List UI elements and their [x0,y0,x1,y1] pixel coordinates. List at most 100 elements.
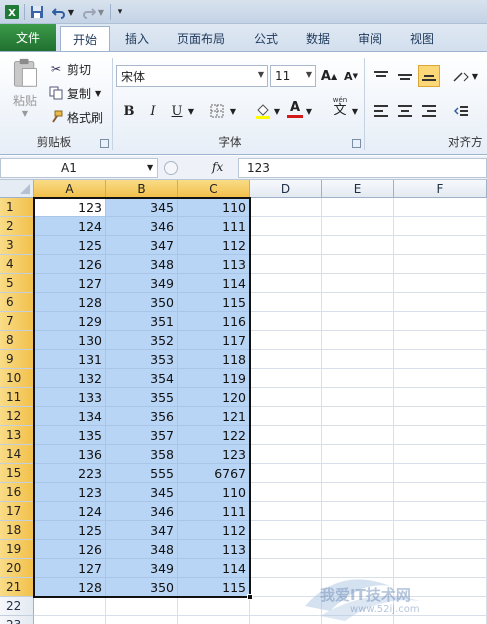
cell-a5[interactable]: 127 [34,274,106,293]
row-header[interactable]: 5 [0,274,34,293]
cell-d14[interactable] [250,445,322,464]
cell-b16[interactable]: 345 [106,483,178,502]
cell-c2[interactable]: 111 [178,217,250,236]
row-header[interactable]: 11 [0,388,34,407]
cell-c16[interactable]: 110 [178,483,250,502]
fill-color-dropdown-icon[interactable]: ▼ [272,100,282,122]
cell-c3[interactable]: 112 [178,236,250,255]
cell-d17[interactable] [250,502,322,521]
cell-c14[interactable]: 123 [178,445,250,464]
cell-f11[interactable] [394,388,487,407]
tab-home[interactable]: 开始 [60,26,110,52]
cell-c6[interactable]: 115 [178,293,250,312]
column-header-b[interactable]: B [106,180,178,198]
cell-f16[interactable] [394,483,487,502]
row-header[interactable]: 8 [0,331,34,350]
row-header[interactable]: 19 [0,540,34,559]
cell-b12[interactable]: 356 [106,407,178,426]
underline-button[interactable]: U [166,100,188,122]
cell-f6[interactable] [394,293,487,312]
cell-c7[interactable]: 116 [178,312,250,331]
italic-button[interactable]: I [142,100,164,122]
column-header-c[interactable]: C [178,180,250,198]
cell-d18[interactable] [250,521,322,540]
orientation-dropdown-icon[interactable]: ▼ [470,65,480,87]
cell-b9[interactable]: 353 [106,350,178,369]
fill-color-button[interactable] [252,100,274,122]
cell-e10[interactable] [322,369,394,388]
formula-bar-resize-handle[interactable] [164,161,178,175]
cell-b5[interactable]: 349 [106,274,178,293]
cell-a18[interactable]: 125 [34,521,106,540]
cell-a17[interactable]: 124 [34,502,106,521]
cell-d10[interactable] [250,369,322,388]
cell-d11[interactable] [250,388,322,407]
column-header-d[interactable]: D [250,180,322,198]
cell-a2[interactable]: 124 [34,217,106,236]
tab-formulas[interactable]: 公式 [244,26,288,51]
cell-c17[interactable]: 111 [178,502,250,521]
cell-e4[interactable] [322,255,394,274]
cell-e11[interactable] [322,388,394,407]
cell-f15[interactable] [394,464,487,483]
cell-f18[interactable] [394,521,487,540]
row-header[interactable]: 10 [0,369,34,388]
cell-c21[interactable]: 115 [178,578,250,597]
name-box[interactable]: A1 [0,158,158,178]
row-header[interactable]: 21 [0,578,34,597]
cell-a22[interactable] [34,597,106,616]
align-right-button[interactable] [418,100,440,122]
cell-f4[interactable] [394,255,487,274]
column-header-f[interactable]: F [394,180,487,198]
chevron-down-icon[interactable]: ▼ [147,163,153,172]
cell-b10[interactable]: 354 [106,369,178,388]
tab-view[interactable]: 视图 [400,26,444,51]
cell-b23[interactable] [106,616,178,624]
cell-e19[interactable] [322,540,394,559]
font-color-button[interactable]: A [284,98,306,120]
row-header[interactable]: 3 [0,236,34,255]
align-middle-button[interactable] [394,65,416,87]
orientation-button[interactable] [450,65,472,87]
cell-f14[interactable] [394,445,487,464]
row-header[interactable]: 6 [0,293,34,312]
cell-b13[interactable]: 357 [106,426,178,445]
cell-f2[interactable] [394,217,487,236]
cell-a8[interactable]: 130 [34,331,106,350]
border-dropdown-icon[interactable]: ▼ [228,100,238,122]
cell-c1[interactable]: 110 [178,198,250,217]
select-all-button[interactable] [0,180,34,198]
redo-dropdown-icon[interactable]: ▼ [96,3,106,21]
cell-e7[interactable] [322,312,394,331]
cell-b4[interactable]: 348 [106,255,178,274]
cell-f17[interactable] [394,502,487,521]
excel-logo-icon[interactable]: X [3,3,21,21]
font-color-dropdown-icon[interactable]: ▼ [304,100,314,122]
cell-c5[interactable]: 114 [178,274,250,293]
row-header[interactable]: 17 [0,502,34,521]
row-header[interactable]: 15 [0,464,34,483]
cell-f5[interactable] [394,274,487,293]
cell-e18[interactable] [322,521,394,540]
cell-e15[interactable] [322,464,394,483]
cell-e2[interactable] [322,217,394,236]
cell-b8[interactable]: 352 [106,331,178,350]
bold-button[interactable]: B [118,100,140,122]
save-icon[interactable] [28,3,46,21]
cell-b21[interactable]: 350 [106,578,178,597]
cell-f3[interactable] [394,236,487,255]
align-top-button[interactable] [370,65,392,87]
cell-d16[interactable] [250,483,322,502]
row-header[interactable]: 23 [0,616,34,624]
cell-c13[interactable]: 122 [178,426,250,445]
cell-a23[interactable] [34,616,106,624]
row-header[interactable]: 2 [0,217,34,236]
cell-a6[interactable]: 128 [34,293,106,312]
cell-d13[interactable] [250,426,322,445]
tab-data[interactable]: 数据 [296,26,340,51]
cell-a12[interactable]: 134 [34,407,106,426]
cell-c20[interactable]: 114 [178,559,250,578]
row-header[interactable]: 12 [0,407,34,426]
cell-e1[interactable] [322,198,394,217]
row-header[interactable]: 13 [0,426,34,445]
